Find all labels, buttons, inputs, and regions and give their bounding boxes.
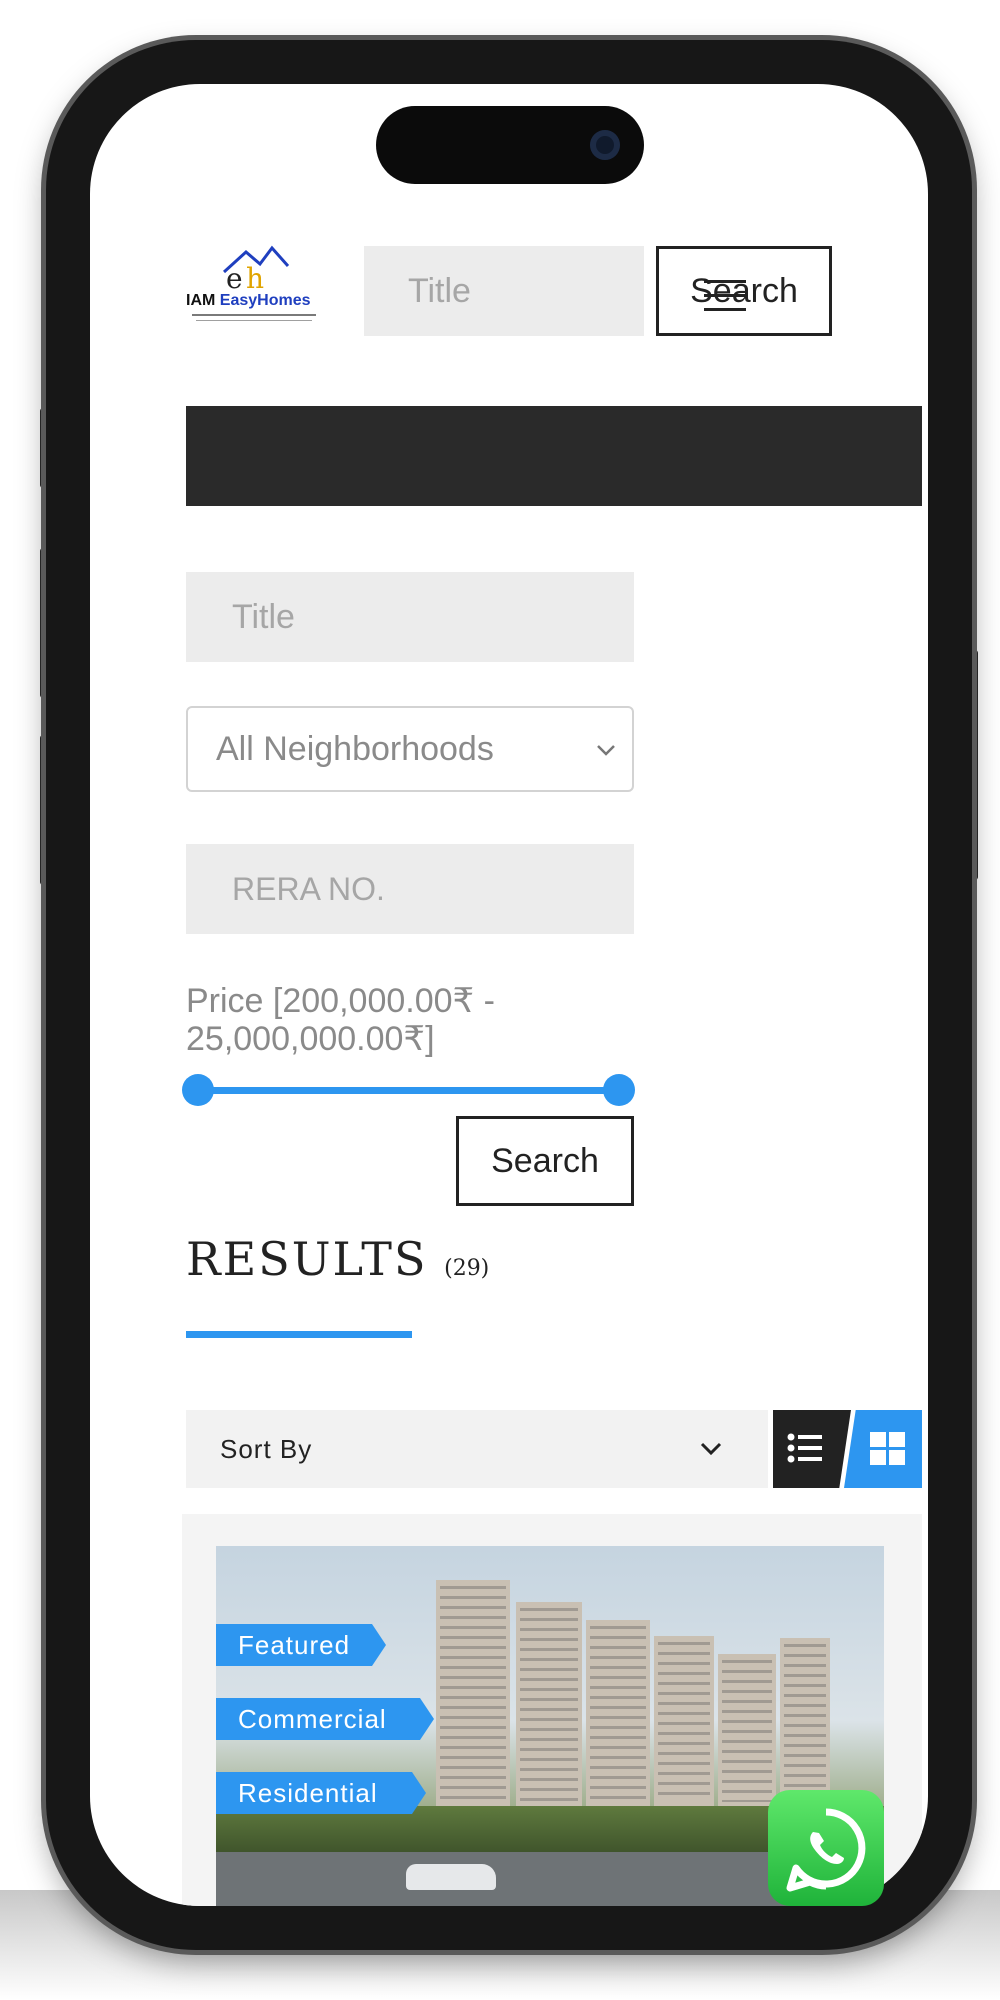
menu-icon-bar (704, 280, 746, 283)
site-logo[interactable]: e h IAM EasyHomes (186, 242, 322, 328)
logo-brand-left: IAM (186, 292, 216, 309)
svg-text:e: e (226, 262, 243, 292)
chevron-down-icon (597, 745, 615, 756)
logo-tagline (192, 314, 316, 316)
building-shape (586, 1620, 650, 1806)
price-slider-max-handle[interactable] (603, 1074, 635, 1106)
results-count: (29) (444, 1256, 490, 1281)
title-filter-input[interactable] (186, 572, 634, 662)
price-slider-min-handle[interactable] (182, 1074, 214, 1106)
neighborhood-select[interactable]: All Neighborhoods (186, 706, 634, 792)
phone-screen: e h IAM EasyHomes Search All Neighborhoo… (90, 84, 928, 1906)
price-range-label: Price [200,000.00₹ - 25,000,000.00₹] (186, 982, 495, 1058)
building-shape (654, 1636, 714, 1806)
building-shape (718, 1654, 776, 1806)
neighborhood-select-value: All Neighborhoods (216, 730, 494, 768)
logo-brand-right: EasyHomes (219, 292, 311, 309)
svg-text:h: h (246, 262, 264, 292)
building-shape (436, 1580, 510, 1806)
sort-by-select[interactable]: Sort By (186, 1410, 768, 1488)
chevron-down-icon (700, 1442, 722, 1456)
phone-frame: e h IAM EasyHomes Search All Neighborhoo… (46, 40, 972, 1950)
listing-tag: Featured (216, 1624, 386, 1666)
list-icon (787, 1433, 822, 1463)
results-heading: RESULTS (29) (186, 1232, 489, 1286)
listing-tag: Commercial (216, 1698, 434, 1740)
header-search-input[interactable] (364, 246, 644, 336)
grid-icon (870, 1432, 905, 1465)
logo-brand-text: IAM EasyHomes (186, 292, 322, 310)
menu-icon-bar (704, 308, 746, 311)
dynamic-island (376, 106, 644, 184)
camera-icon (590, 130, 620, 160)
whatsapp-chat-button[interactable] (768, 1790, 884, 1906)
price-slider-track[interactable] (200, 1087, 620, 1094)
listing-tag: Residential (216, 1772, 426, 1814)
filter-search-button[interactable]: Search (456, 1116, 634, 1206)
building-shape (780, 1638, 830, 1806)
results-title: RESULTS (186, 1232, 428, 1286)
rera-number-input[interactable] (186, 844, 634, 934)
car-shape (406, 1864, 496, 1890)
list-view-button[interactable] (773, 1410, 851, 1488)
logo-tagline-line (196, 320, 312, 321)
menu-icon[interactable] (704, 280, 746, 312)
page-banner (186, 406, 922, 506)
house-logo-icon: e h (222, 245, 290, 292)
building-shape (516, 1602, 582, 1806)
whatsapp-icon (786, 1808, 866, 1892)
menu-icon-bar (704, 294, 746, 297)
grid-view-button[interactable] (844, 1410, 922, 1488)
results-underline (186, 1331, 412, 1338)
sort-by-label: Sort By (220, 1434, 313, 1464)
